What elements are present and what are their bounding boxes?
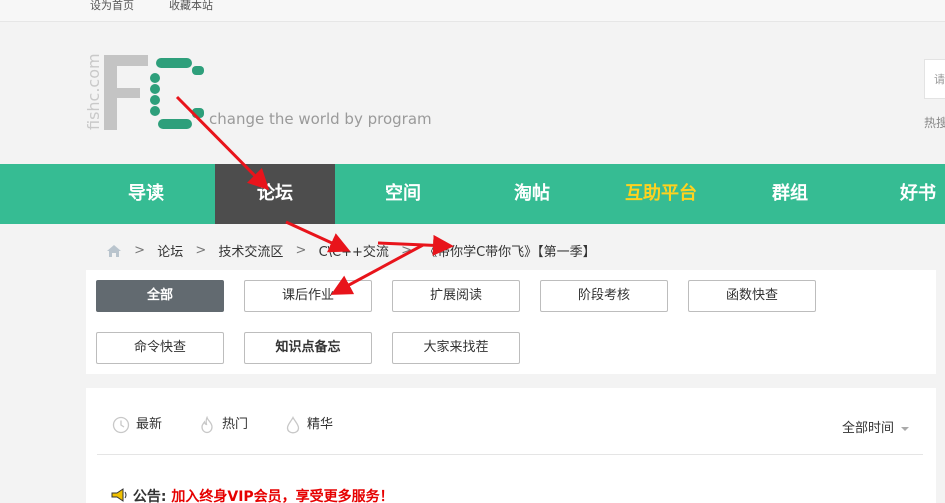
chevron-right-icon: > <box>295 243 307 258</box>
chevron-right-icon: > <box>195 243 207 258</box>
tab-featured-label: 精华 <box>307 417 334 432</box>
announcement-vip-link[interactable]: 加入终身VIP会员，享受更多服务！ <box>171 489 393 503</box>
time-filter-dropdown[interactable]: 全部时间 <box>842 417 910 436</box>
breadcrumb-c-cpp[interactable]: C\C++交流 <box>319 241 389 260</box>
category-filter-panel: 全部 课后作业 扩展阅读 阶段考核 函数快查 命令快查 知识点备忘 大家来找茬 <box>86 270 936 374</box>
tab-hot-label: 热门 <box>222 417 249 432</box>
breadcrumb-current-board[interactable]: 《带你学C带你飞》【第一季】 <box>424 241 596 260</box>
tab-latest-label: 最新 <box>136 417 163 432</box>
clock-icon <box>112 416 130 433</box>
filter-extended-reading-button[interactable]: 扩展阅读 <box>392 280 520 312</box>
tab-featured[interactable]: 精华 <box>285 413 333 434</box>
filter-homework-button[interactable]: 课后作业 <box>244 280 372 312</box>
main-nav: 导读 论坛 空间 淘帖 互助平台 群组 好书 <box>0 164 945 224</box>
filter-function-lookup-button[interactable]: 函数快查 <box>688 280 816 312</box>
bookmark-site-link[interactable]: 收藏本站 <box>169 0 213 11</box>
time-filter-label: 全部时间 <box>842 421 895 436</box>
tab-latest[interactable]: 最新 <box>112 413 162 434</box>
breadcrumb: > 论坛 > 技术交流区 > C\C++交流 > 《带你学C带你飞》【第一季】 <box>106 241 596 260</box>
announcement: 公告: 加入终身VIP会员，享受更多服务！ <box>110 486 394 503</box>
nav-item-guide[interactable]: 导读 <box>86 164 206 224</box>
filter-stage-exam-button[interactable]: 阶段考核 <box>540 280 668 312</box>
home-icon[interactable] <box>106 244 122 258</box>
hot-search-label: 热搜 <box>924 116 945 130</box>
set-homepage-link[interactable]: 设为首页 <box>90 0 134 11</box>
tab-hot[interactable]: 热门 <box>198 413 248 434</box>
top-bar: 设为首页 收藏本站 <box>0 0 945 22</box>
nav-item-space[interactable]: 空间 <box>343 164 463 224</box>
site-logo[interactable]: fishc.com <box>84 53 226 133</box>
nav-item-groups[interactable]: 群组 <box>730 164 850 224</box>
drop-icon <box>286 415 300 433</box>
list-divider <box>97 454 923 455</box>
breadcrumb-tech-exchange[interactable]: 技术交流区 <box>218 241 283 260</box>
breadcrumb-forum[interactable]: 论坛 <box>157 241 183 260</box>
flame-icon <box>201 415 213 433</box>
filter-knowledge-notes-button[interactable]: 知识点备忘 <box>244 332 372 364</box>
caret-down-icon <box>901 426 910 431</box>
chevron-right-icon: > <box>134 243 146 258</box>
site-slogan: change the world by program <box>209 110 432 128</box>
nav-item-forum[interactable]: 论坛 <box>215 164 335 224</box>
filter-command-lookup-button[interactable]: 命令快查 <box>96 332 224 364</box>
filter-find-errors-button[interactable]: 大家来找茬 <box>392 332 520 364</box>
megaphone-icon <box>111 488 127 502</box>
nav-item-books[interactable]: 好书 <box>858 164 945 224</box>
site-header: fishc.com change the world by program 请 … <box>0 23 945 164</box>
announcement-label: 公告: <box>132 489 167 503</box>
chevron-right-icon: > <box>401 243 412 258</box>
filter-all-button[interactable]: 全部 <box>96 280 224 312</box>
nav-item-help-platform[interactable]: 互助平台 <box>601 164 721 224</box>
logo-side-text: fishc.com <box>86 53 103 130</box>
search-input[interactable]: 请 <box>924 59 945 99</box>
nav-item-collections[interactable]: 淘帖 <box>472 164 592 224</box>
